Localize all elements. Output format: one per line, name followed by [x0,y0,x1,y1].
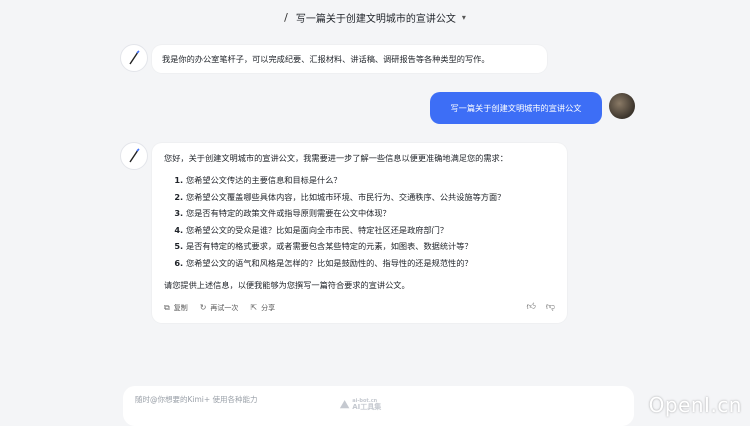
question-item: 您希望公文的语气和风格是怎样的？比如是鼓励性的、指导性的还是规范性的？ [186,255,555,272]
copy-button[interactable]: ⧉ 复制 [164,302,188,314]
question-item: 是否有特定的格式要求，或者需要包含某些特定的元素，如图表、数据统计等？ [186,238,555,255]
user-avatar[interactable] [609,93,635,119]
user-message-text: 写一篇关于创建文明城市的宣讲公文 [450,103,582,113]
retry-label: 再试一次 [210,303,239,312]
watermark-corner: OpenI.cn [648,393,742,417]
question-item: 您是否有特定的政策文件或指导原则需要在公文中体现？ [186,205,555,222]
refresh-icon: ↻ [199,303,207,312]
question-item: 您希望公文覆盖哪些具体内容，比如城市环境、市民行为、交通秩序、公共设施等方面？ [186,189,555,206]
reply-intro: 您好，关于创建文明城市的宣讲公文，我需要进一步了解一些信息以便更准确地满足您的需… [164,153,508,163]
question-item: 您希望公文的受众是谁？比如是面向全市市民、特定社区还是政府部门？ [186,222,555,239]
watermark-center: ⛰ ai-bot.cn AI工具集 [340,398,381,412]
message-actions: ⧉ 复制 ↻ 再试一次 ⇱ 分享 👍︎ 👎︎ [164,301,555,315]
thumbs-up-icon[interactable]: 👍︎ [526,301,535,315]
bot-avatar [120,142,148,170]
message-input-placeholder: 随时@你想要的Kimi+ 使用各种能力 [135,395,258,404]
bot-intro-text: 我是你的办公室笔杆子，可以完成纪要、汇报材料、讲话稿、调研报告等各种类型的写作。 [162,53,490,64]
question-list: 您希望公文传达的主要信息和目标是什么？ 您希望公文覆盖哪些具体内容，比如城市环境… [164,172,555,271]
reply-outro: 请您提供上述信息，以便我能够为您撰写一篇符合要求的宣讲公文。 [164,280,410,291]
share-label: 分享 [261,303,276,312]
bot-message-intro: 我是你的办公室笔杆子，可以完成纪要、汇报材料、讲话稿、调研报告等各种类型的写作。 [152,45,547,73]
thumbs-down-icon[interactable]: 👎︎ [546,301,555,315]
pen-logo-icon [129,50,140,65]
pen-logo-icon [129,148,140,163]
bot-message-reply: 您好，关于创建文明城市的宣讲公文，我需要进一步了解一些信息以便更准确地满足您的需… [152,143,567,323]
retry-button[interactable]: ↻ 再试一次 [200,302,239,314]
copy-label: 复制 [173,303,188,312]
question-item: 您希望公文传达的主要信息和目标是什么？ [186,172,555,189]
user-message: 写一篇关于创建文明城市的宣讲公文 [430,92,602,124]
watermark-text: AI工具集 [352,403,382,411]
chevron-down-icon[interactable]: ▾ [462,13,466,22]
share-icon: ⇱ [250,303,258,312]
pen-icon: / [284,10,288,24]
watermark-logo-icon: ⛰ [340,398,350,411]
bot-avatar [120,44,148,72]
conversation-title[interactable]: 写一篇关于创建文明城市的宣讲公文 [296,10,456,25]
share-button[interactable]: ⇱ 分享 [250,302,275,314]
copy-icon: ⧉ [164,303,170,312]
conversation-title-bar[interactable]: / 写一篇关于创建文明城市的宣讲公文 ▾ [0,0,750,34]
